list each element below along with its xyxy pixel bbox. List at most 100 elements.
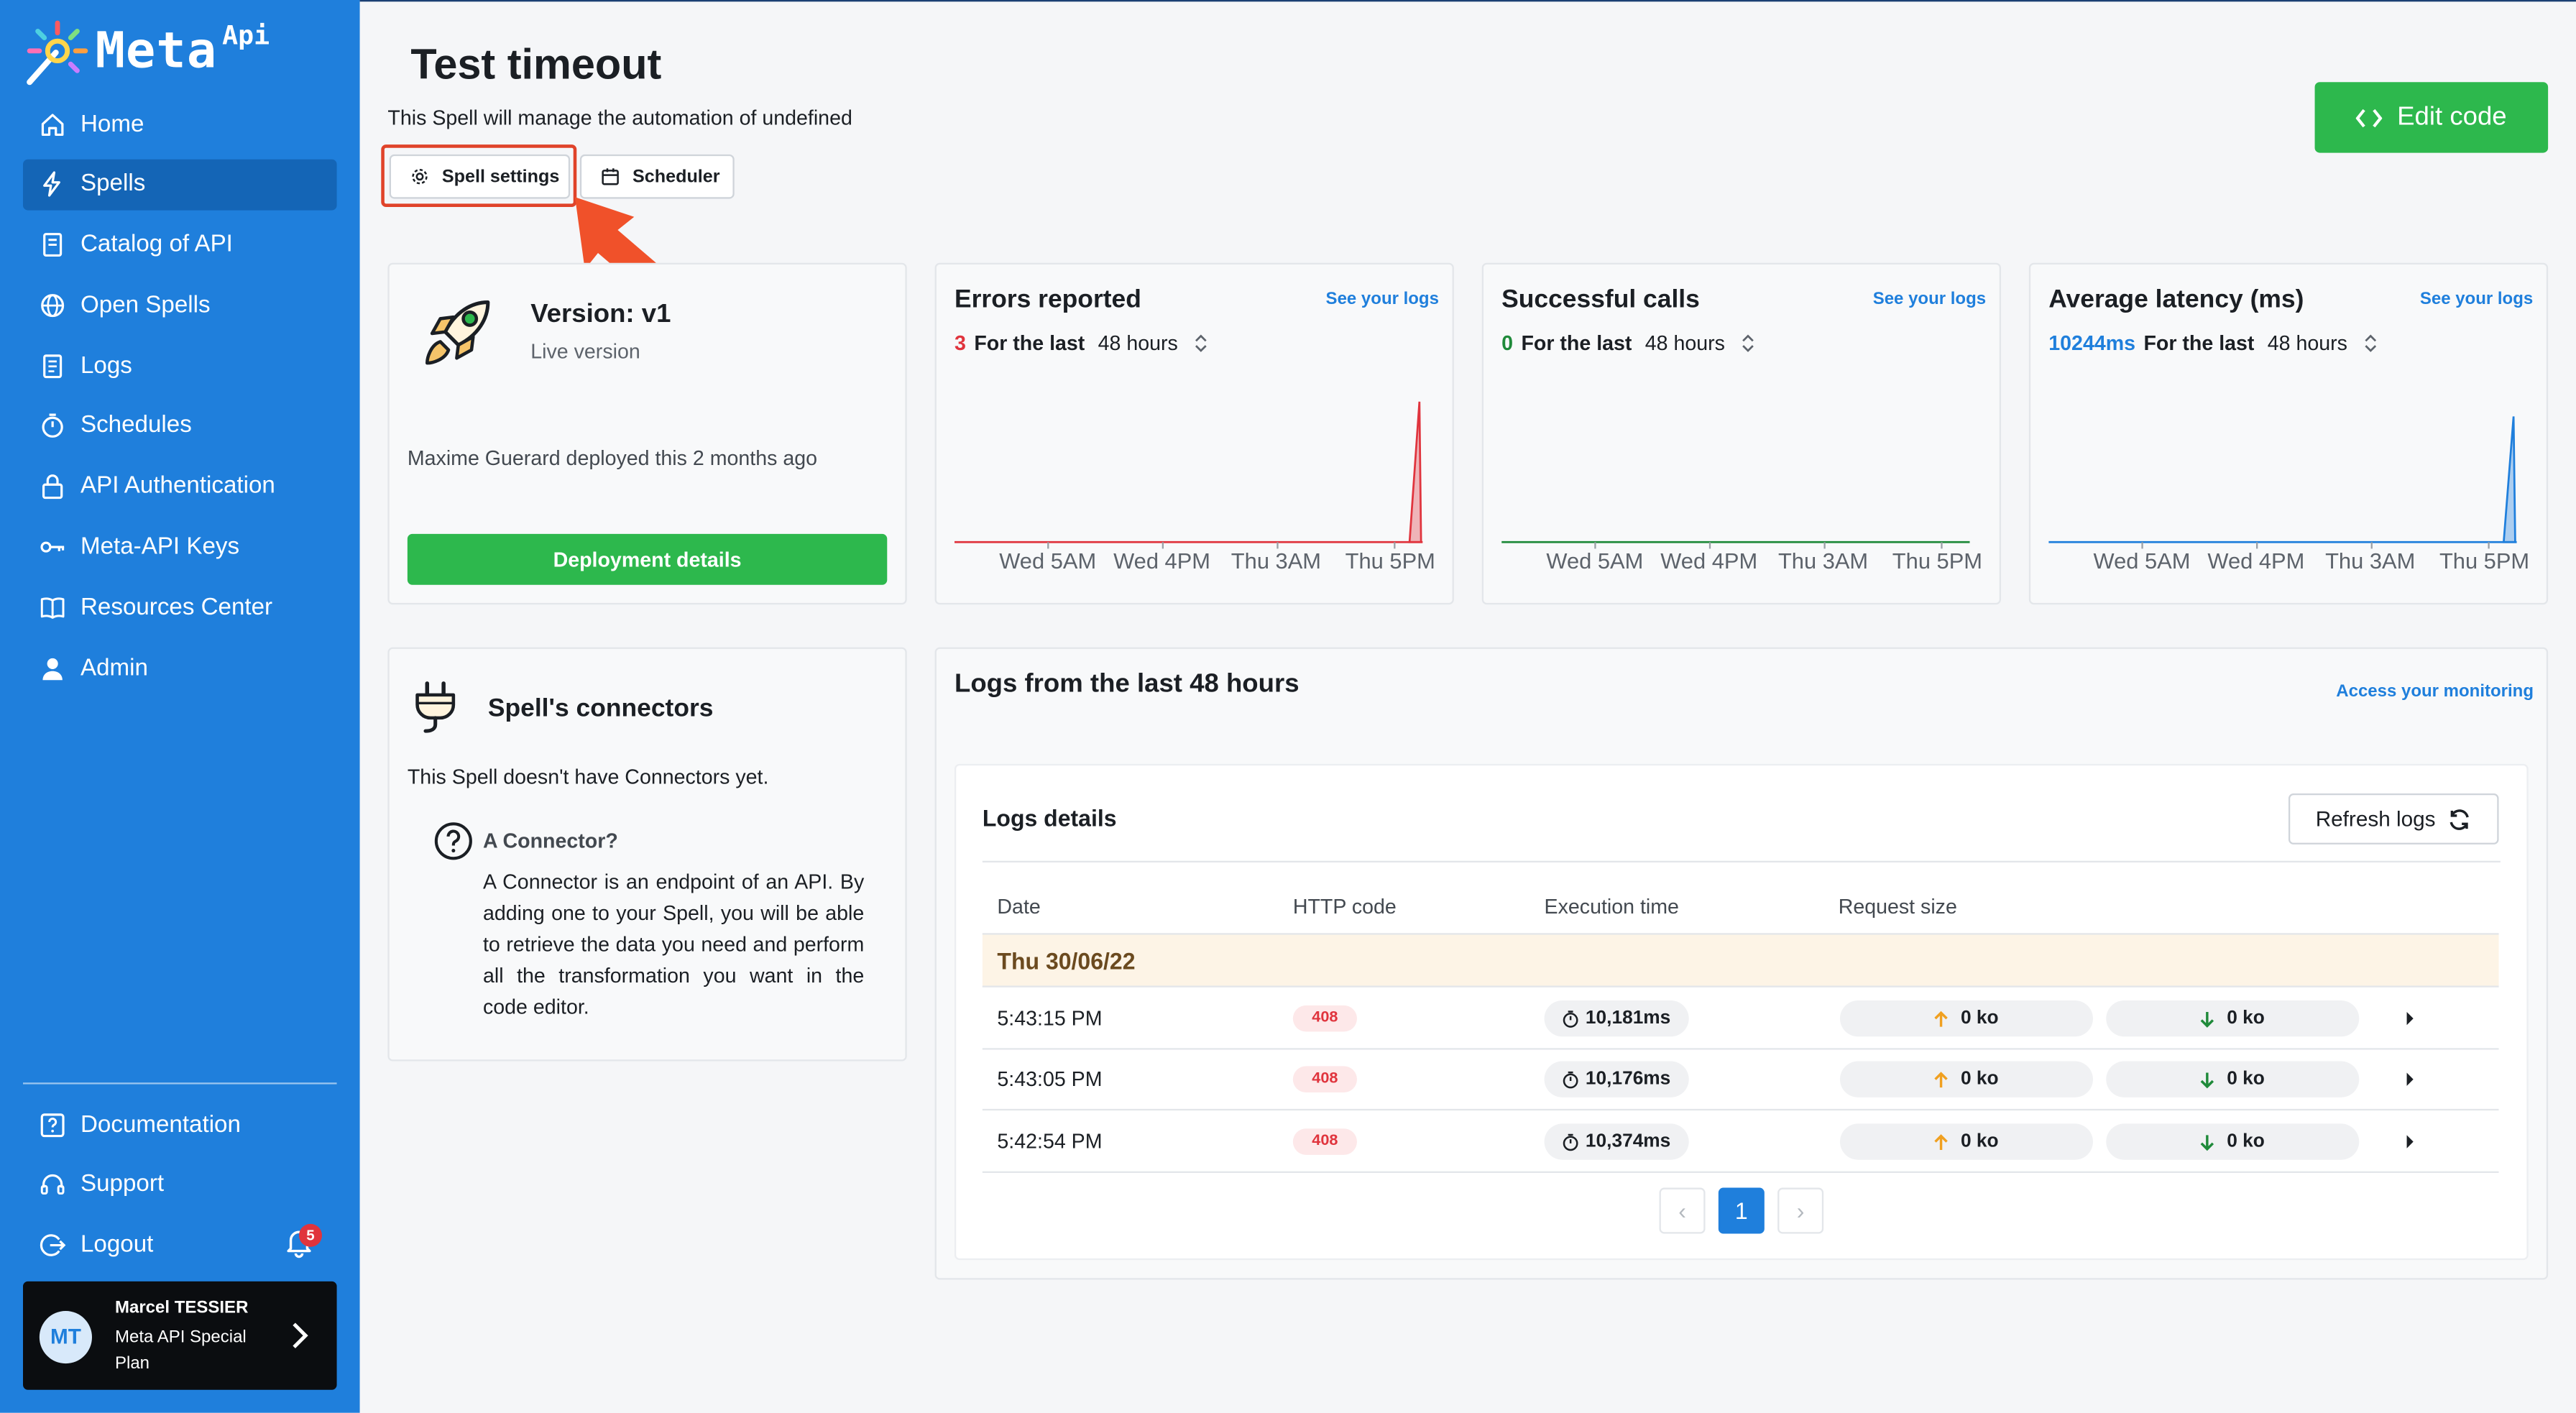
edit-code-button[interactable]: Edit code — [2314, 82, 2549, 153]
version-title: Version: v1 — [530, 300, 671, 329]
table-row[interactable]: 5:42:54 PM 408 10,374ms 0 ko 0 ko — [982, 1112, 2499, 1173]
column-header-date[interactable]: Date — [997, 896, 1040, 919]
logs-details-title: Logs details — [982, 804, 1117, 832]
sidebar-item-label: Logs — [80, 352, 132, 379]
x-tick-label: Thu 5PM — [1892, 548, 1983, 574]
tab-scheduler[interactable]: Scheduler — [579, 154, 735, 199]
request-size-down: 0 ko — [2106, 1061, 2360, 1097]
see-logs-link[interactable]: See your logs — [1873, 289, 1986, 308]
http-code-badge: 408 — [1292, 1066, 1357, 1092]
logo[interactable]: Meta Api — [23, 19, 270, 88]
column-header-request-size[interactable]: Request size — [1839, 896, 1957, 919]
x-axis-labels: Wed 5AM Wed 4PM Thu 3AM Thu 5PM — [1537, 548, 1994, 573]
http-code-badge: 408 — [1292, 1005, 1357, 1032]
metric-for-label: For the last — [1521, 331, 1632, 355]
metric-count: 0 — [1501, 331, 1514, 355]
x-tick-label: Thu 3AM — [2325, 548, 2416, 574]
bolt-icon — [43, 172, 60, 198]
caret-right-icon[interactable] — [2405, 1071, 2415, 1087]
sidebar-item-catalog[interactable]: Catalog of API — [23, 219, 337, 270]
rocket-icon — [425, 300, 490, 365]
key-icon — [40, 541, 65, 553]
execution-time-value: 10,181ms — [1585, 1008, 1671, 1028]
sidebar-item-api-authentication[interactable]: API Authentication — [23, 461, 337, 512]
execution-time-pill: 10,181ms — [1544, 1000, 1689, 1037]
user-name: Marcel TESSIER — [114, 1297, 249, 1318]
sidebar-item-spells[interactable]: Spells — [22, 159, 337, 211]
pagination-prev[interactable]: ‹ — [1659, 1187, 1706, 1234]
stopwatch-icon — [1563, 1070, 1578, 1088]
metric-period-select[interactable]: 48 hours — [1645, 332, 1725, 355]
sidebar-item-label: Logout — [80, 1232, 154, 1259]
see-logs-link[interactable]: See your logs — [1326, 289, 1439, 308]
successful-calls-chart — [1501, 540, 1970, 549]
edit-code-label: Edit code — [2397, 102, 2507, 131]
column-header-http-code[interactable]: HTTP code — [1293, 896, 1397, 919]
refresh-logs-button[interactable]: Refresh logs — [2288, 793, 2499, 844]
download-size: 0 ko — [2227, 1131, 2265, 1152]
notification-count-badge: 5 — [298, 1223, 322, 1247]
sort-chevrons-icon[interactable] — [1742, 333, 1754, 353]
sidebar-item-meta-api-keys[interactable]: Meta-API Keys — [23, 522, 337, 573]
sidebar-item-support[interactable]: Support — [23, 1159, 337, 1210]
series-spike — [1408, 401, 1422, 543]
deployment-details-button[interactable]: Deployment details — [407, 533, 888, 585]
arrow-up-icon — [1935, 1133, 1949, 1149]
execution-time-value: 10,176ms — [1585, 1069, 1671, 1090]
caret-right-icon[interactable] — [2405, 1011, 2415, 1027]
log-time: 5:42:54 PM — [997, 1130, 1103, 1154]
upload-size: 0 ko — [1960, 1131, 1999, 1152]
metric-period-select[interactable]: 48 hours — [1098, 332, 1178, 355]
logo-superscript: Api — [222, 19, 270, 51]
request-size-down: 0 ko — [2106, 1000, 2360, 1037]
sidebar-item-admin[interactable]: Admin — [23, 643, 337, 694]
x-tick-label: Thu 3AM — [1777, 548, 1869, 574]
access-monitoring-link[interactable]: Access your monitoring — [2336, 682, 2534, 701]
sidebar-item-open-spells[interactable]: Open Spells — [23, 280, 337, 331]
page-subtitle: This Spell will manage the automation of… — [387, 106, 852, 130]
sidebar-item-home[interactable]: Home — [23, 98, 337, 149]
errors-chart — [954, 401, 1423, 549]
x-tick-label: Thu 5PM — [2439, 548, 2530, 574]
sidebar-item-label: Catalog of API — [80, 231, 233, 259]
sidebar-item-schedules[interactable]: Schedules — [23, 401, 337, 452]
upload-size: 0 ko — [1960, 1069, 1999, 1090]
log-time: 5:43:05 PM — [997, 1067, 1103, 1091]
metric-period: 10244ms For the last 48 hours — [2048, 332, 2377, 355]
sidebar-item-label: Home — [80, 111, 144, 137]
execution-time-value: 10,374ms — [1585, 1131, 1671, 1152]
log-time: 5:43:15 PM — [997, 1007, 1103, 1031]
table-row[interactable]: 5:43:05 PM 408 10,176ms 0 ko 0 ko — [982, 1050, 2499, 1111]
metric-title: Average latency (ms) — [2048, 285, 2304, 314]
sort-chevrons-icon[interactable] — [2364, 333, 2377, 353]
chevron-right-icon[interactable] — [289, 1321, 308, 1350]
sidebar-item-label: Documentation — [80, 1111, 241, 1138]
user-icon — [42, 658, 63, 680]
metric-count: 3 — [954, 331, 966, 355]
sidebar-item-resources-center[interactable]: Resources Center — [23, 582, 337, 633]
table-row[interactable]: 5:43:15 PM 408 10,181ms 0 ko 0 ko — [982, 989, 2499, 1050]
see-logs-link[interactable]: See your logs — [2420, 289, 2533, 308]
sidebar-divider — [22, 1082, 337, 1085]
x-tick-label: Thu 5PM — [1345, 548, 1435, 574]
column-header-execution-time[interactable]: Execution time — [1545, 896, 1679, 919]
sidebar-item-documentation[interactable]: Documentation — [23, 1099, 337, 1150]
user-card[interactable]: MT Marcel TESSIER Meta API Special Plan — [22, 1281, 337, 1390]
connector-help-body: A Connector is an endpoint of an API. By… — [482, 870, 865, 1019]
caret-right-icon[interactable] — [2405, 1133, 2415, 1150]
pagination-next[interactable]: › — [1777, 1187, 1824, 1234]
help-box-icon — [40, 1113, 65, 1137]
request-size-up: 0 ko — [1839, 1061, 2093, 1097]
sidebar-item-logs[interactable]: Logs — [23, 341, 337, 392]
pagination-page-1[interactable]: 1 — [1718, 1187, 1765, 1234]
question-circle-icon — [434, 822, 472, 860]
http-code-badge: 408 — [1292, 1128, 1357, 1155]
metric-period-select[interactable]: 48 hours — [2268, 332, 2347, 355]
stopwatch-icon — [42, 414, 63, 439]
divider — [982, 860, 2501, 862]
metric-title: Successful calls — [1501, 285, 1700, 314]
book-icon — [43, 233, 63, 257]
sort-chevrons-icon[interactable] — [1195, 333, 1208, 353]
average-latency-chart — [2048, 416, 2517, 549]
sidebar-nav: Home Spells Catalog of API Open Spells L… — [22, 98, 337, 703]
